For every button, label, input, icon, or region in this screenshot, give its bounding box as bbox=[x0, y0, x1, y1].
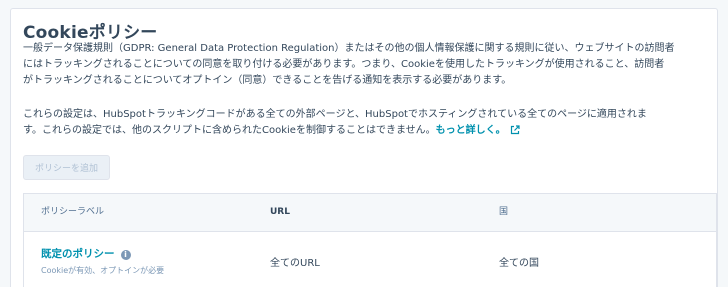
external-link-icon[interactable] bbox=[510, 125, 520, 135]
gdpr-description: 一般データ保護規則（GDPR: General Data Protection … bbox=[23, 41, 713, 89]
policy-description: Cookieが有効、オプトインが必要 bbox=[41, 266, 165, 275]
column-header-country[interactable]: 国 bbox=[499, 194, 508, 231]
table-row: 既定のポリシー i Cookieが有効、オプトインが必要 全てのURL 全ての国 bbox=[24, 232, 716, 287]
policy-country-cell: 全ての国 bbox=[499, 258, 539, 269]
description-line: がトラッキングされることについてオプトイン（同意）できることを告げる通知を表示す… bbox=[23, 75, 512, 86]
policy-table: ポリシーラベル URL 国 既定のポリシー i Cookieが有効、オプトインが必… bbox=[23, 193, 717, 287]
description-line: これらの設定は、HubSpotトラッキングコードがある全ての外部ページと、Hub… bbox=[23, 109, 647, 120]
default-policy-link[interactable]: 既定のポリシー bbox=[41, 248, 115, 260]
description-line: にはトラッキングされることについての同意を取り付ける必要があります。つまり、Co… bbox=[23, 59, 665, 70]
policy-url-cell: 全てのURL bbox=[270, 258, 320, 269]
description-line: 一般データ保護規則（GDPR: General Data Protection … bbox=[23, 43, 675, 54]
section-title: Cookieポリシー bbox=[23, 23, 158, 43]
settings-scope-description: これらの設定は、HubSpotトラッキングコードがある全ての外部ページと、Hub… bbox=[23, 107, 713, 139]
column-header-url[interactable]: URL bbox=[270, 194, 290, 231]
policy-name-cell: 既定のポリシー i bbox=[41, 246, 131, 261]
description-text: す。これらの設定では、他のスクリプトに含められたCookieを制御することはでき… bbox=[23, 125, 436, 136]
learn-more-link[interactable]: もっと詳しく。 bbox=[436, 125, 506, 136]
cookie-policy-card: Cookieポリシー 一般データ保護規則（GDPR: General Data … bbox=[10, 8, 718, 287]
table-header: ポリシーラベル URL 国 bbox=[24, 194, 716, 232]
column-header-policy-label[interactable]: ポリシーラベル bbox=[41, 194, 104, 231]
info-icon[interactable]: i bbox=[120, 250, 131, 260]
add-policy-button[interactable]: ポリシーを追加 bbox=[23, 155, 110, 180]
description-line: す。これらの設定では、他のスクリプトに含められたCookieを制御することはでき… bbox=[23, 123, 713, 139]
